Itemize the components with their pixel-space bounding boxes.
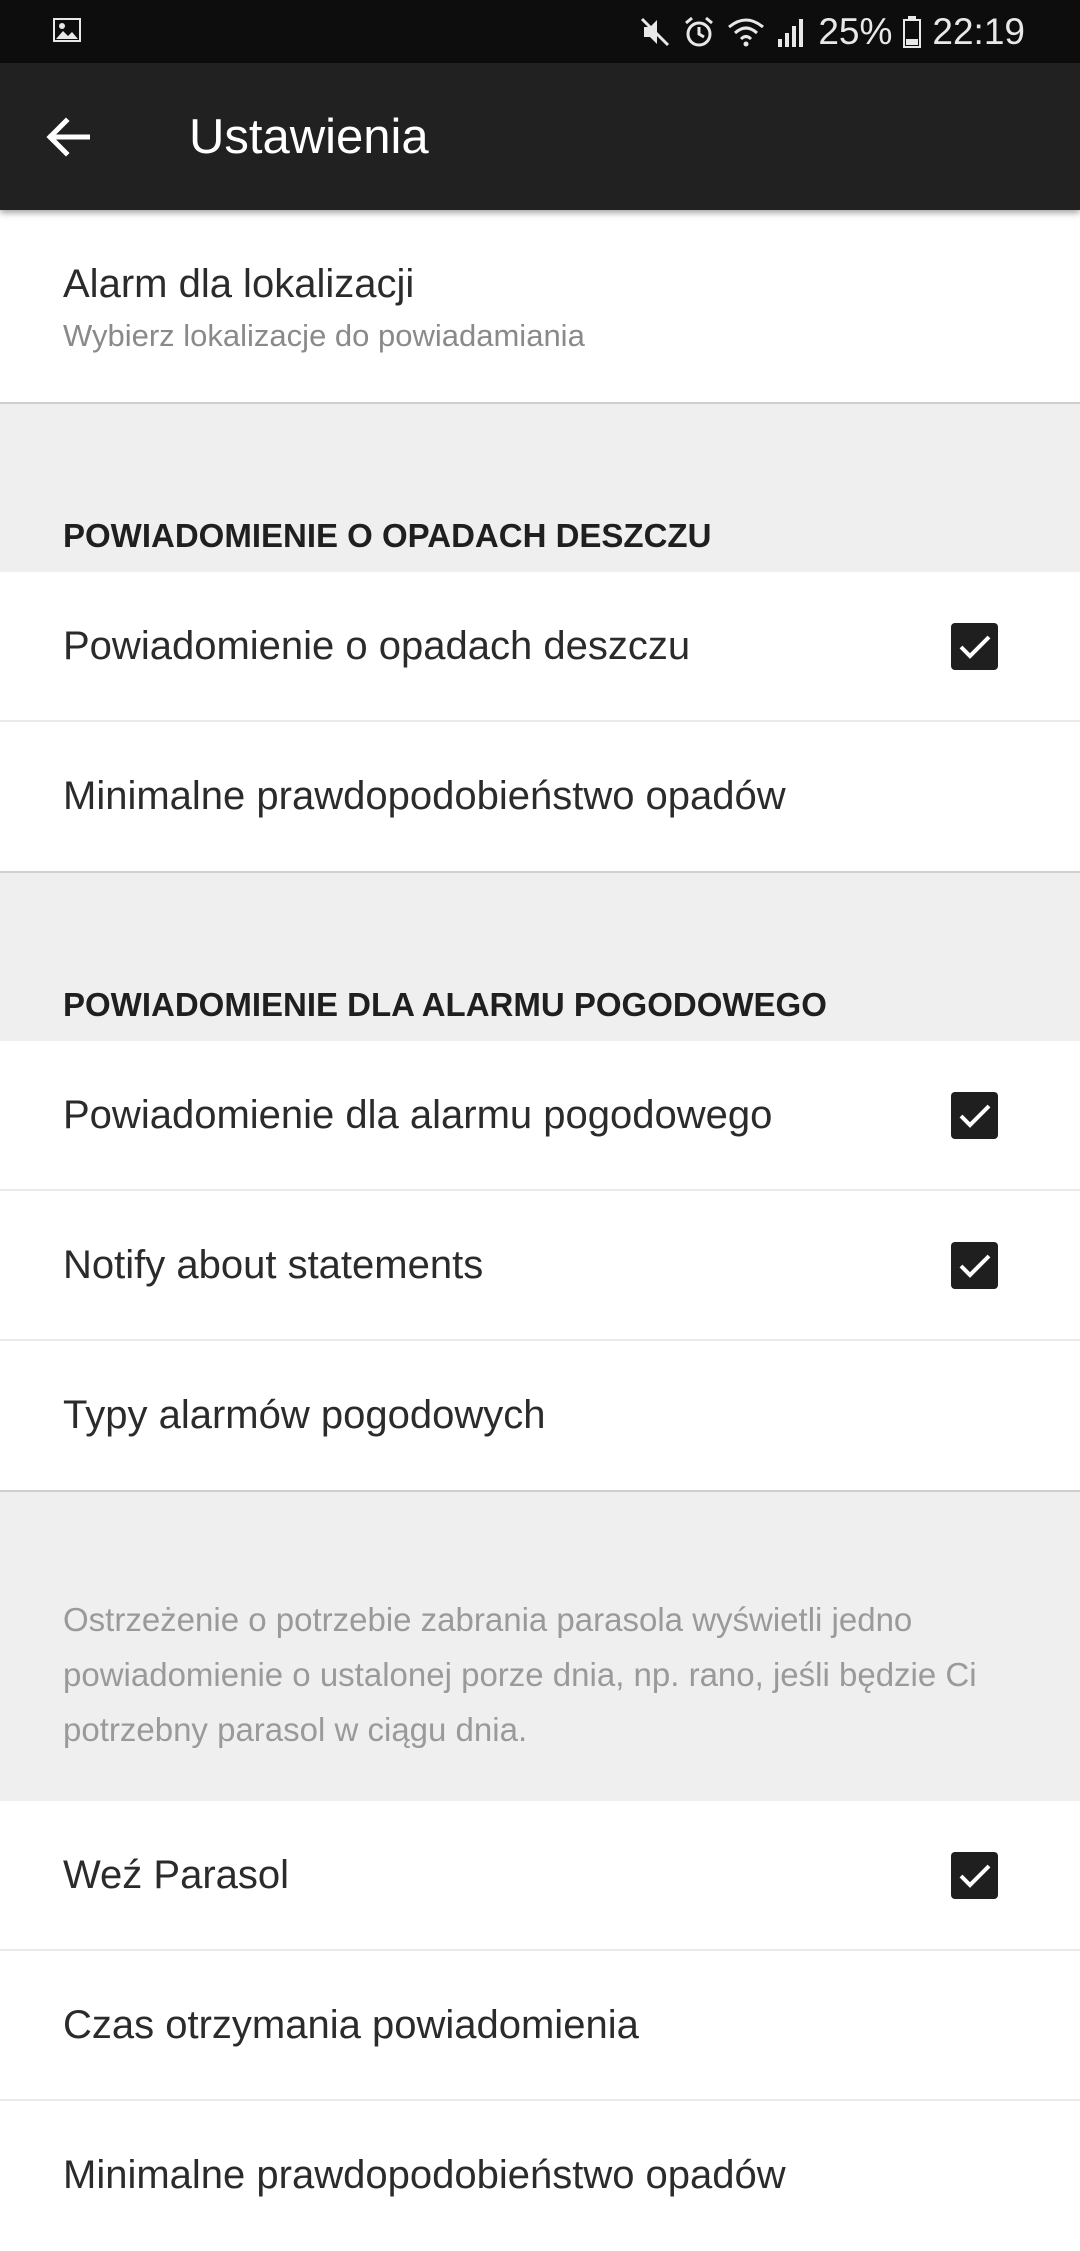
section-spacer: [0, 404, 1080, 447]
status-bar: 25% 22:19: [0, 0, 1080, 63]
signal-icon: [778, 18, 804, 47]
take-umbrella-item[interactable]: Weź Parasol: [0, 1801, 1080, 1951]
wifi-icon: [728, 18, 765, 46]
back-button[interactable]: [36, 105, 100, 169]
check-icon: [959, 1104, 990, 1128]
settings-list: Alarm dla lokalizacji Wybierz lokalizacj…: [0, 210, 1080, 2251]
section-spacer: [0, 873, 1080, 916]
battery-percent: 25%: [818, 10, 893, 52]
page-title: Ustawienia: [189, 110, 429, 164]
arrow-back-icon: [46, 117, 90, 157]
umbrella-description: Ostrzeżenie o potrzebie zabrania parasol…: [63, 1601, 977, 1748]
notification-time-title: Czas otrzymania powiadomienia: [63, 2003, 639, 2047]
weather-alarm-notification-checkbox[interactable]: [951, 1092, 998, 1139]
weather-alarm-section-header: POWIADOMIENIE DLA ALARMU POGODOWEGO: [0, 916, 1080, 1041]
rain-section-header: POWIADOMIENIE O OPADACH DESZCZU: [0, 447, 1080, 572]
umbrella-min-probability-title: Minimalne prawdopodobieństwo opadów: [63, 2153, 786, 2197]
check-icon: [959, 1254, 990, 1278]
take-umbrella-title: Weź Parasol: [63, 1853, 290, 1897]
location-alarm-title: Alarm dla lokalizacji: [63, 262, 415, 306]
notify-statements-title: Notify about statements: [63, 1243, 484, 1287]
notify-statements-checkbox[interactable]: [951, 1242, 998, 1289]
rain-notification-checkbox[interactable]: [951, 623, 998, 670]
weather-alarm-types-title: Typy alarmów pogodowych: [63, 1393, 546, 1437]
rain-min-probability-title: Minimalne prawdopodobieństwo opadów: [63, 774, 786, 818]
notify-statements-item[interactable]: Notify about statements: [0, 1191, 1080, 1341]
weather-alarm-notification-item[interactable]: Powiadomienie dla alarmu pogodowego: [0, 1041, 1080, 1191]
alarm-icon: [685, 16, 714, 46]
rain-min-probability-item[interactable]: Minimalne prawdopodobieństwo opadów: [0, 722, 1080, 873]
check-icon: [959, 1864, 990, 1888]
rain-section-title: POWIADOMIENIE O OPADACH DESZCZU: [63, 517, 712, 554]
rain-notification-title: Powiadomienie o opadach deszczu: [63, 624, 691, 668]
weather-alarm-types-item[interactable]: Typy alarmów pogodowych: [0, 1341, 1080, 1492]
mute-icon: [641, 17, 670, 46]
umbrella-min-probability-item[interactable]: Minimalne prawdopodobieństwo opadów: [0, 2101, 1080, 2251]
app-bar: Ustawienia: [0, 63, 1080, 210]
clock: 22:19: [932, 10, 1025, 52]
rain-notification-item[interactable]: Powiadomienie o opadach deszczu: [0, 572, 1080, 722]
weather-alarm-section-title: POWIADOMIENIE DLA ALARMU POGODOWEGO: [63, 986, 827, 1023]
umbrella-description-block: Ostrzeżenie o potrzebie zabrania parasol…: [0, 1492, 1080, 1801]
notification-time-item[interactable]: Czas otrzymania powiadomienia: [0, 1951, 1080, 2101]
location-alarm-item[interactable]: Alarm dla lokalizacji Wybierz lokalizacj…: [0, 210, 1080, 404]
take-umbrella-checkbox[interactable]: [951, 1852, 998, 1899]
weather-alarm-notification-title: Powiadomienie dla alarmu pogodowego: [63, 1093, 773, 1137]
status-icons: 25% 22:19: [638, 0, 1025, 63]
location-alarm-summary: Wybierz lokalizacje do powiadamiania: [63, 318, 585, 353]
gallery-icon: [53, 18, 81, 42]
battery-icon: [903, 15, 922, 48]
check-icon: [959, 635, 990, 659]
